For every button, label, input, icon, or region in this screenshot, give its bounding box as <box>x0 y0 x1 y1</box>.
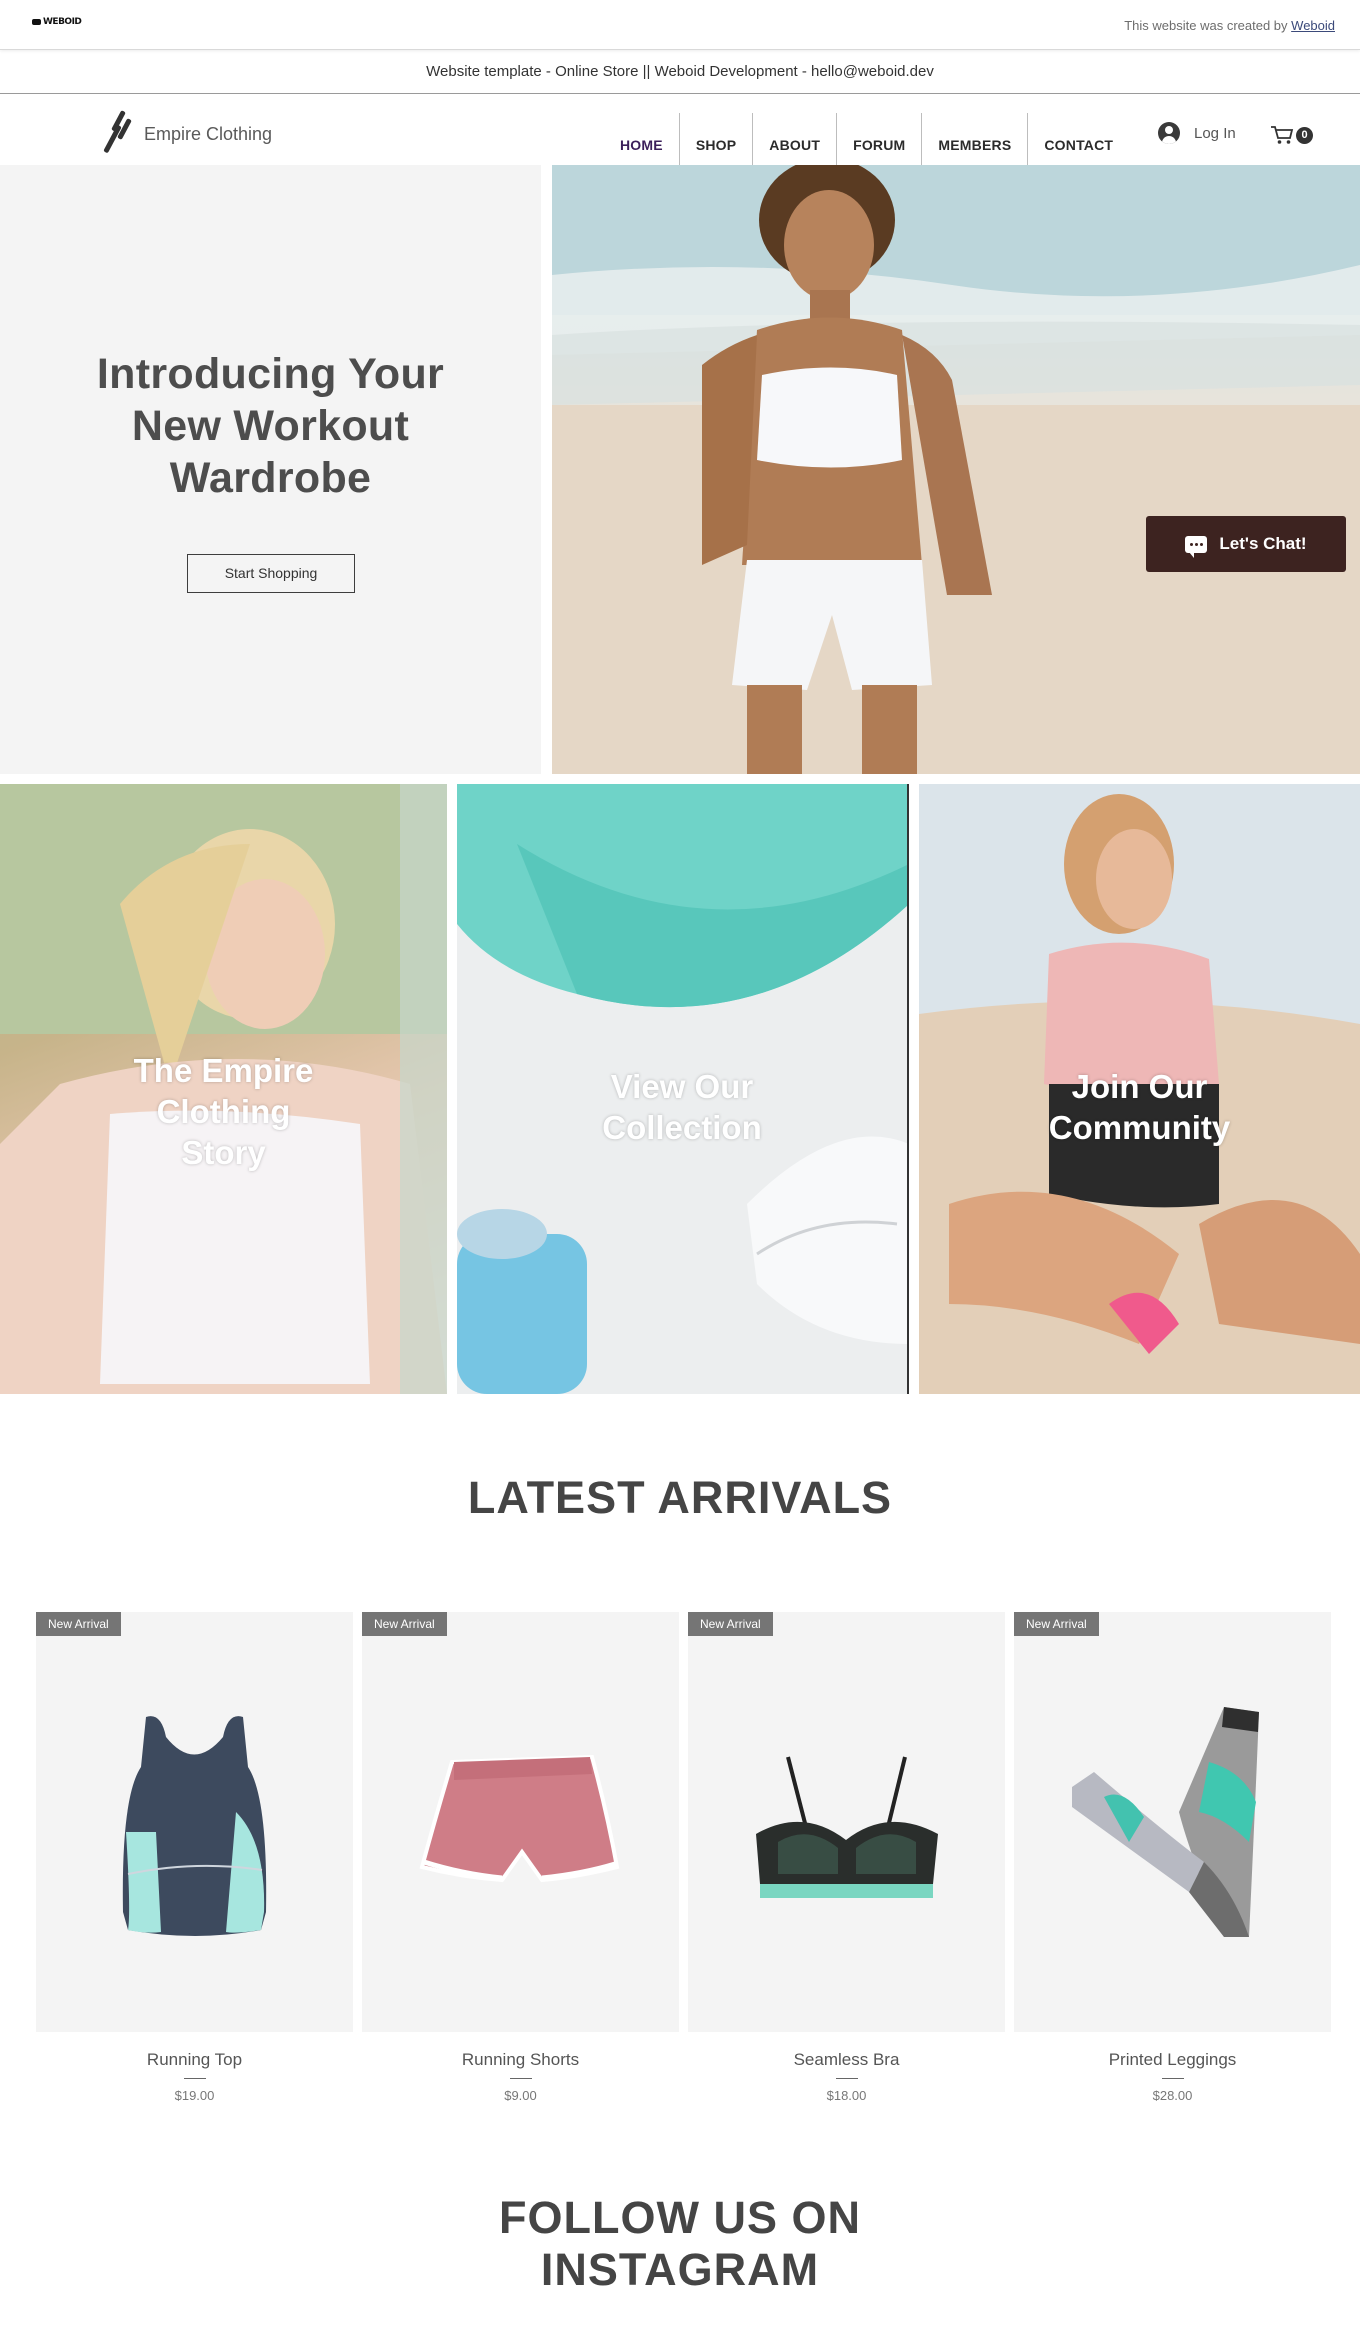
tile-label-line: Collection <box>602 1109 762 1146</box>
main-nav: HOME SHOP ABOUT FORUM MEMBERS CONTACT <box>604 113 1129 165</box>
tile-label-line: Community <box>1048 1109 1231 1146</box>
login-button[interactable]: Log In <box>1158 122 1236 144</box>
creator-credit-text: This website was created by <box>1124 18 1288 33</box>
product-price: $18.00 <box>826 2088 867 2103</box>
lets-chat-button[interactable]: Let's Chat! <box>1146 516 1346 572</box>
hero-woman-illustration <box>552 165 1360 774</box>
cart-icon <box>1271 126 1294 144</box>
creator-link[interactable]: Weboid <box>1291 18 1335 33</box>
chat-label: Let's Chat! <box>1219 534 1307 553</box>
cart-count-badge: 0 <box>1296 126 1313 144</box>
hero-title-line: New Workout <box>131 402 410 450</box>
new-arrival-badge: New Arrival <box>688 1612 773 1636</box>
instagram-title-line: INSTAGRAM <box>540 2244 820 2295</box>
seamless-bra-image <box>756 1756 938 1898</box>
nav-contact[interactable]: CONTACT <box>1027 113 1129 165</box>
product-card[interactable]: New Arrival Running Shorts $9.00 <box>362 1612 679 2103</box>
new-arrival-badge: New Arrival <box>1014 1612 1099 1636</box>
start-shopping-button[interactable]: Start Shopping <box>187 554 355 593</box>
product-price: $9.00 <box>504 2088 537 2103</box>
login-label: Log In <box>1194 124 1236 142</box>
tile-label-line: Story <box>181 1134 266 1171</box>
divider <box>183 2078 206 2079</box>
tile-collection[interactable]: View Our Collection <box>457 784 909 1394</box>
tile-label-line: Join Our <box>1071 1068 1208 1105</box>
latest-arrivals-title: LATEST ARRIVALS <box>467 1472 893 1523</box>
tile-story-label: The Empire Clothing Story <box>0 1050 447 1173</box>
product-name[interactable]: Running Shorts <box>362 2050 679 2070</box>
tile-story[interactable]: The Empire Clothing Story <box>0 784 447 1394</box>
product-price: $28.00 <box>1152 2088 1193 2103</box>
nav-shop[interactable]: SHOP <box>678 113 752 165</box>
divider <box>1161 2078 1184 2079</box>
divider <box>509 2078 532 2079</box>
product-card[interactable]: New Arrival Running Top $19.00 <box>36 1612 353 2103</box>
nav-home[interactable]: HOME <box>604 113 679 165</box>
product-card[interactable]: New Arrival Printed Leggings $28.00 <box>1014 1612 1331 2103</box>
instagram-title-line: FOLLOW US ON <box>499 2192 861 2243</box>
running-shorts-image <box>419 1754 620 1883</box>
running-top-image <box>122 1716 267 1936</box>
brand[interactable]: Empire Clothing <box>102 110 272 158</box>
new-arrival-badge: New Arrival <box>36 1612 121 1636</box>
brand-name: Empire Clothing <box>144 123 273 144</box>
printed-leggings-image <box>1072 1707 1259 1937</box>
product-image[interactable]: New Arrival <box>36 1612 353 2032</box>
hero-title-line: Wardrobe <box>169 454 372 502</box>
creator-credit: This website was created by Weboid <box>1124 18 1335 33</box>
hero-title: Introducing Your New Workout Wardrobe <box>0 348 541 504</box>
cart-button[interactable]: 0 <box>1270 125 1313 145</box>
nav-members[interactable]: MEMBERS <box>921 113 1027 165</box>
product-image[interactable]: New Arrival <box>688 1612 1005 2032</box>
brand-logo-icon <box>102 110 136 158</box>
tile-collection-label: View Our Collection <box>457 1066 907 1148</box>
product-image[interactable]: New Arrival <box>362 1612 679 2032</box>
product-price: $19.00 <box>174 2088 215 2103</box>
nav-about[interactable]: ABOUT <box>752 113 836 165</box>
hero-title-line: Introducing Your <box>96 350 445 398</box>
creator-bar: WEBOID This website was created by Weboi… <box>0 0 1360 50</box>
template-info-bar: Website template - Online Store || Weboi… <box>0 50 1360 94</box>
product-card[interactable]: New Arrival Seamless Bra $18.00 <box>688 1612 1005 2103</box>
new-arrival-badge: New Arrival <box>362 1612 447 1636</box>
instagram-title: FOLLOW US ON INSTAGRAM <box>0 2192 1360 2296</box>
nav-forum[interactable]: FORUM <box>836 113 921 165</box>
weboid-logo[interactable]: WEBOID <box>32 17 82 27</box>
tile-community[interactable]: Join Our Community <box>919 784 1360 1394</box>
divider <box>835 2078 858 2079</box>
product-image[interactable]: New Arrival <box>1014 1612 1331 2032</box>
site-header: Empire Clothing HOME SHOP ABOUT FORUM ME… <box>0 95 1360 165</box>
weboid-logo-text: WEBOID <box>43 17 82 27</box>
tile-community-label: Join Our Community <box>919 1066 1360 1148</box>
chat-icon <box>1185 535 1208 558</box>
hero-panel: Introducing Your New Workout Wardrobe St… <box>0 165 541 774</box>
product-name[interactable]: Running Top <box>36 2050 353 2070</box>
user-icon <box>1158 122 1180 144</box>
tile-label-line: View Our <box>610 1068 754 1105</box>
product-name[interactable]: Seamless Bra <box>688 2050 1005 2070</box>
tile-label-line: Clothing <box>156 1093 291 1130</box>
tile-label-line: The Empire <box>133 1052 314 1089</box>
product-name[interactable]: Printed Leggings <box>1014 2050 1331 2070</box>
hero-image <box>552 165 1360 774</box>
